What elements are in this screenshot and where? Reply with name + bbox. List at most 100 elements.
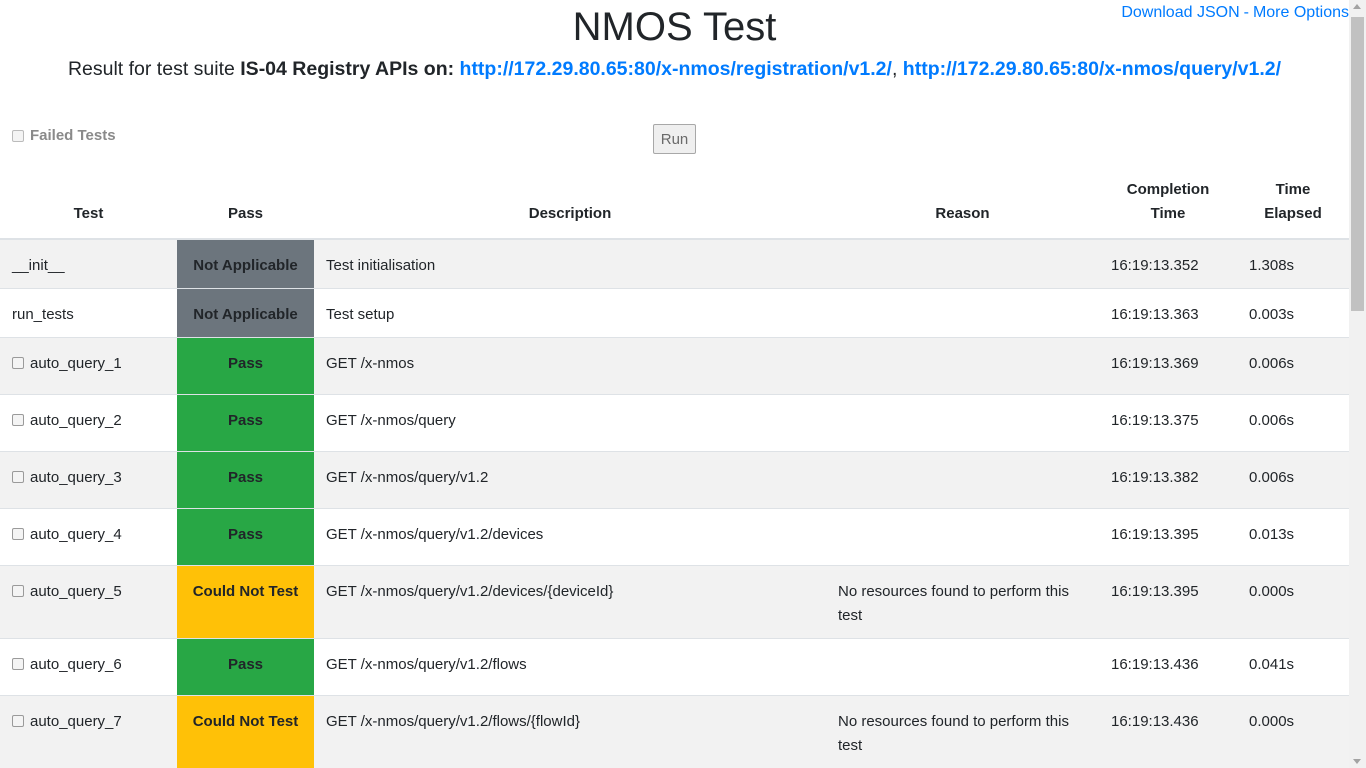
test-name-cell: auto_query_6 bbox=[0, 637, 177, 695]
time-elapsed-cell: 0.003s bbox=[1237, 287, 1349, 337]
registration-url-link[interactable]: http://172.29.80.65:80/x-nmos/registrati… bbox=[460, 58, 892, 80]
reason-cell bbox=[826, 287, 1099, 337]
reason-cell bbox=[826, 238, 1099, 288]
failed-tests-filter[interactable]: Failed Tests bbox=[12, 127, 116, 144]
test-name: run_tests bbox=[12, 305, 74, 323]
description-cell: Test setup bbox=[314, 287, 826, 337]
description-cell: Test initialisation bbox=[314, 238, 826, 288]
test-name-cell: auto_query_4 bbox=[0, 507, 177, 565]
test-select-checkbox[interactable] bbox=[12, 714, 24, 727]
completion-time-cell: 16:19:13.375 bbox=[1099, 393, 1237, 451]
reason-cell bbox=[826, 393, 1099, 451]
description-cell: GET /x-nmos/query/v1.2/flows bbox=[314, 637, 826, 695]
test-name: auto_query_6 bbox=[30, 655, 122, 673]
time-elapsed-cell: 0.013s bbox=[1237, 507, 1349, 565]
scroll-up-arrow-icon[interactable] bbox=[1353, 4, 1361, 9]
time-elapsed-cell: 0.006s bbox=[1237, 450, 1349, 508]
reason-cell: No resources found to perform this test bbox=[826, 564, 1099, 638]
header-time-elapsed: Time Elapsed bbox=[1237, 172, 1349, 240]
completion-time-cell: 16:19:13.395 bbox=[1099, 564, 1237, 638]
header-elapsed-line2: Elapsed bbox=[1264, 205, 1322, 222]
test-name-cell: auto_query_3 bbox=[0, 450, 177, 508]
status-badge: Could Not Test bbox=[177, 694, 314, 768]
status-badge: Pass bbox=[177, 507, 314, 565]
test-name-cell: auto_query_2 bbox=[0, 393, 177, 451]
status-badge: Not Applicable bbox=[177, 287, 314, 337]
header-description: Description bbox=[314, 172, 826, 240]
test-name: auto_query_2 bbox=[30, 411, 122, 429]
header-elapsed-line1: Time bbox=[1275, 181, 1311, 198]
test-name-cell: auto_query_7 bbox=[0, 694, 177, 768]
suite-subtitle: Result for test suite IS-04 Registry API… bbox=[0, 58, 1349, 81]
reason-cell bbox=[826, 637, 1099, 695]
description-cell: GET /x-nmos/query/v1.2/devices/{deviceId… bbox=[314, 564, 826, 638]
table-row: auto_query_7 Could Not Test GET /x-nmos/qu… bbox=[0, 694, 1349, 768]
test-name: auto_query_1 bbox=[30, 354, 122, 372]
test-select-checkbox[interactable] bbox=[12, 470, 24, 483]
failed-tests-checkbox[interactable] bbox=[12, 129, 24, 142]
reason-cell bbox=[826, 507, 1099, 565]
completion-time-cell: 16:19:13.369 bbox=[1099, 336, 1237, 394]
status-badge: Pass bbox=[177, 393, 314, 451]
status-badge: Not Applicable bbox=[177, 238, 314, 288]
page-scrollbar[interactable] bbox=[1349, 0, 1366, 768]
test-select-checkbox[interactable] bbox=[12, 527, 24, 540]
status-badge: Pass bbox=[177, 637, 314, 695]
time-elapsed-cell: 0.041s bbox=[1237, 637, 1349, 695]
status-badge: Pass bbox=[177, 336, 314, 394]
header-completion-line2: Time bbox=[1150, 205, 1186, 222]
test-select-checkbox[interactable] bbox=[12, 657, 24, 670]
description-cell: GET /x-nmos/query bbox=[314, 393, 826, 451]
table-row: auto_query_2 Pass GET /x-nmos/query 16:19:1… bbox=[0, 393, 1349, 451]
test-name: auto_query_4 bbox=[30, 525, 122, 543]
test-name: auto_query_5 bbox=[30, 582, 122, 600]
test-name: auto_query_7 bbox=[30, 712, 122, 730]
completion-time-cell: 16:19:13.436 bbox=[1099, 694, 1237, 768]
time-elapsed-cell: 0.000s bbox=[1237, 564, 1349, 638]
results-table: Test Pass Description Reason Completion T… bbox=[0, 172, 1349, 768]
table-row: auto_query_1 Pass GET /x-nmos 16:19:13.369 0… bbox=[0, 336, 1349, 394]
subtitle-prefix: Result for test suite bbox=[67, 58, 241, 80]
completion-time-cell: 16:19:13.395 bbox=[1099, 507, 1237, 565]
scrollbar-thumb[interactable] bbox=[1351, 17, 1364, 311]
test-name-cell: run_tests bbox=[0, 287, 177, 337]
description-cell: GET /x-nmos/query/v1.2/flows/{flowId} bbox=[314, 694, 826, 768]
table-row: __init__ Not Applicable Test initialisatio… bbox=[0, 238, 1349, 288]
results-body: __init__ Not Applicable Test initialisatio… bbox=[0, 238, 1349, 768]
completion-time-cell: 16:19:13.363 bbox=[1099, 287, 1237, 337]
subtitle-on: on: bbox=[418, 58, 460, 80]
time-elapsed-cell: 1.308s bbox=[1237, 238, 1349, 288]
header-pass: Pass bbox=[177, 172, 314, 240]
table-row: run_tests Not Applicable Test setup 16:19:1… bbox=[0, 287, 1349, 337]
header-completion-line1: Completion bbox=[1126, 181, 1210, 198]
header-completion-time: Completion Time bbox=[1099, 172, 1237, 240]
test-select-checkbox[interactable] bbox=[12, 356, 24, 369]
time-elapsed-cell: 0.006s bbox=[1237, 393, 1349, 451]
test-select-checkbox[interactable] bbox=[12, 584, 24, 597]
test-name-cell: __init__ bbox=[0, 238, 177, 288]
time-elapsed-cell: 0.006s bbox=[1237, 336, 1349, 394]
test-select-checkbox[interactable] bbox=[12, 413, 24, 426]
scroll-down-arrow-icon[interactable] bbox=[1353, 759, 1361, 764]
reason-cell bbox=[826, 450, 1099, 508]
suite-name: IS-04 Registry APIs bbox=[240, 58, 419, 80]
table-row: auto_query_6 Pass GET /x-nmos/query/v1.2/f… bbox=[0, 637, 1349, 695]
completion-time-cell: 16:19:13.352 bbox=[1099, 238, 1237, 288]
run-button[interactable]: Run bbox=[653, 124, 696, 154]
reason-cell: No resources found to perform this test bbox=[826, 694, 1099, 768]
reason-cell bbox=[826, 336, 1099, 394]
time-elapsed-cell: 0.000s bbox=[1237, 694, 1349, 768]
status-badge: Pass bbox=[177, 450, 314, 508]
table-header-row: Test Pass Description Reason Completion T… bbox=[0, 172, 1349, 240]
description-cell: GET /x-nmos bbox=[314, 336, 826, 394]
completion-time-cell: 16:19:13.382 bbox=[1099, 450, 1237, 508]
completion-time-cell: 16:19:13.436 bbox=[1099, 637, 1237, 695]
test-name: auto_query_3 bbox=[30, 468, 122, 486]
query-url-link[interactable]: http://172.29.80.65:80/x-nmos/query/v1.2… bbox=[903, 58, 1281, 80]
table-row: auto_query_4 Pass GET /x-nmos/query/v1.2/d… bbox=[0, 507, 1349, 565]
test-name: __init__ bbox=[12, 257, 65, 274]
description-cell: GET /x-nmos/query/v1.2 bbox=[314, 450, 826, 508]
test-name-cell: auto_query_1 bbox=[0, 336, 177, 394]
page-title: NMOS Test bbox=[572, 5, 777, 49]
description-cell: GET /x-nmos/query/v1.2/devices bbox=[314, 507, 826, 565]
